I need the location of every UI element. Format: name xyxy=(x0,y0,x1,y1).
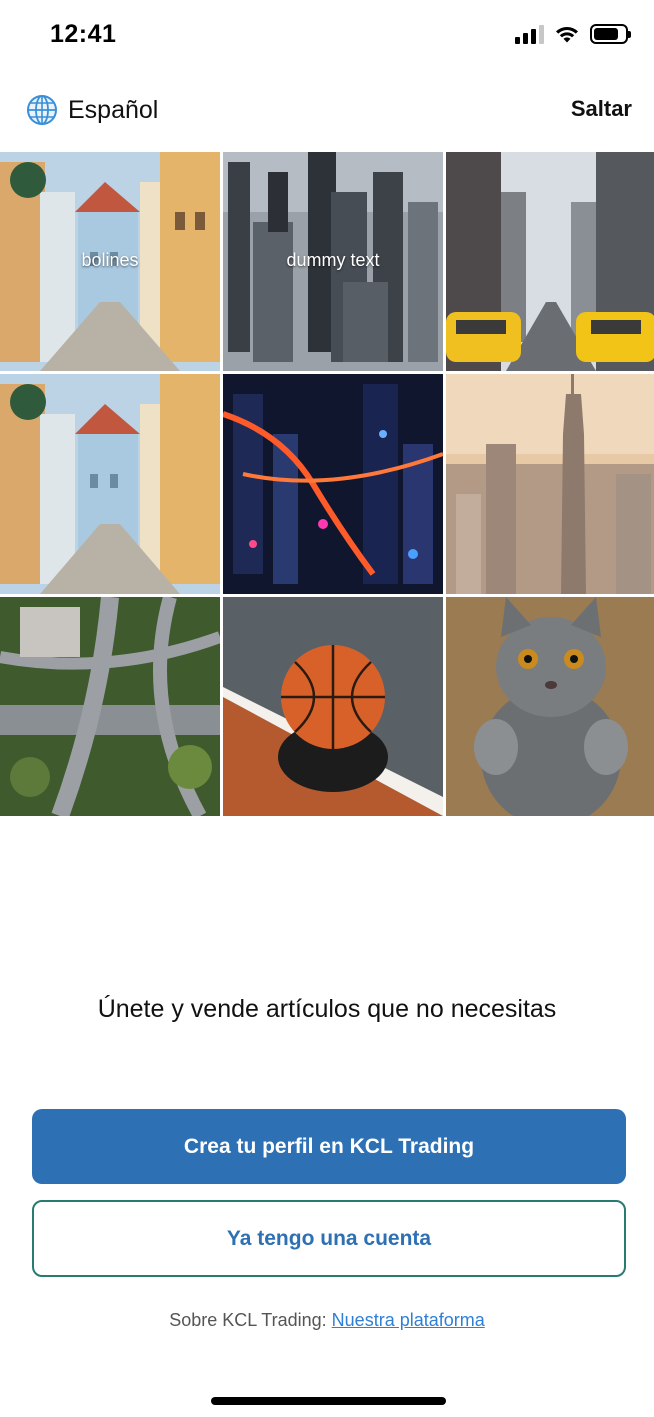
grid-image-highway-interchange xyxy=(0,597,220,816)
status-time: 12:41 xyxy=(50,20,117,48)
status-bar: 12:41 xyxy=(0,0,654,72)
grid-caption: bolines xyxy=(81,250,139,270)
cellular-signal-icon xyxy=(515,24,544,44)
grid-image-taxi-street xyxy=(446,152,654,371)
grid-image-city-night xyxy=(223,374,443,594)
about-line: Sobre KCL Trading: Nuestra plataforma xyxy=(0,1310,654,1331)
skip-button[interactable]: Saltar xyxy=(571,96,632,122)
status-icons xyxy=(515,24,631,44)
language-label: Español xyxy=(68,95,159,124)
onboarding-tagline: Únete y vende artículos que no necesitas xyxy=(97,995,557,1023)
platform-link[interactable]: Nuestra plataforma xyxy=(332,1310,485,1330)
about-prefix: Sobre KCL Trading: xyxy=(169,1310,332,1330)
wifi-icon xyxy=(556,26,578,43)
image-grid: bolines dummy text xyxy=(0,152,654,816)
grid-image-cat xyxy=(446,597,654,816)
grid-image-skyline xyxy=(446,374,654,594)
globe-icon xyxy=(27,95,57,125)
home-indicator[interactable] xyxy=(211,1397,446,1405)
grid-image-street-houses-2 xyxy=(0,374,220,594)
login-button[interactable]: Ya tengo una cuenta xyxy=(32,1200,626,1277)
battery-icon xyxy=(590,24,631,44)
grid-caption: dummy text xyxy=(286,250,380,270)
create-profile-button[interactable]: Crea tu perfil en KCL Trading xyxy=(32,1109,626,1184)
grid-image-basketball xyxy=(223,597,443,816)
grid-image-city-aerial: dummy text xyxy=(223,152,443,371)
grid-image-street-houses: bolines xyxy=(0,152,220,371)
language-selector[interactable]: Español xyxy=(26,94,158,126)
